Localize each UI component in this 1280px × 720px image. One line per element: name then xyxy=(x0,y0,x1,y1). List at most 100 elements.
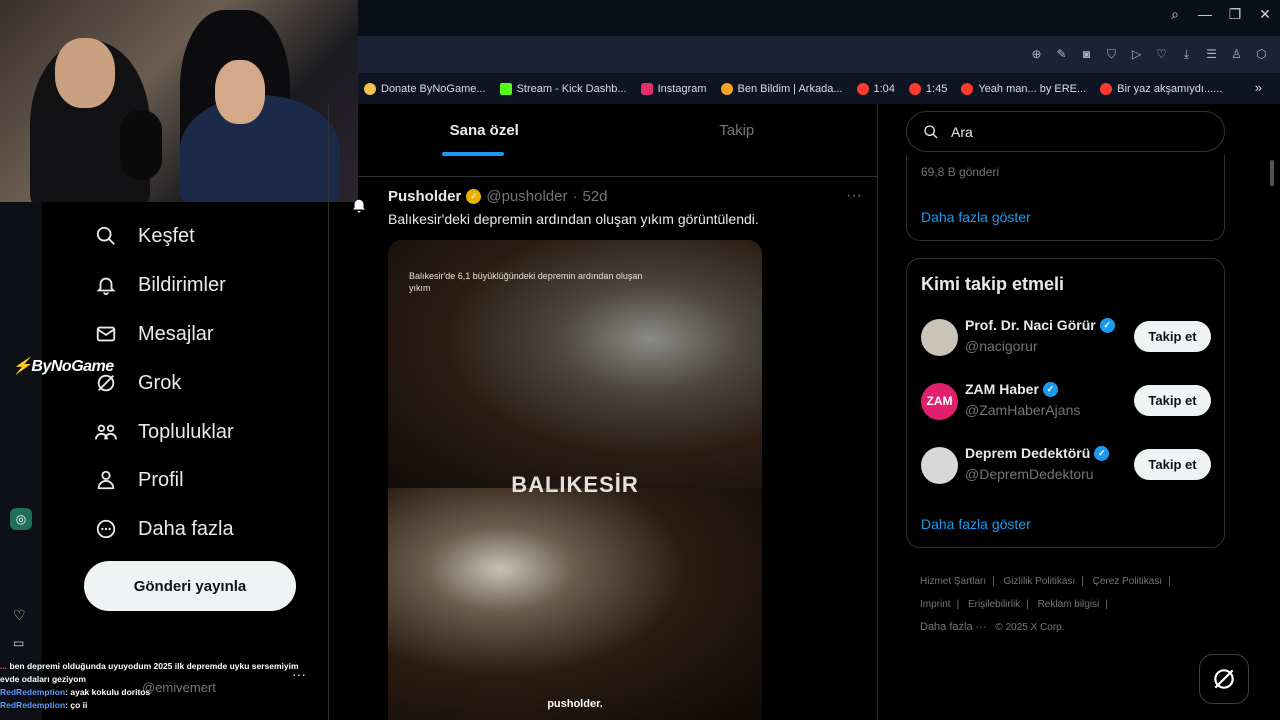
close-icon[interactable]: ✕ xyxy=(1250,6,1280,23)
follow-button[interactable]: Takip et xyxy=(1134,321,1211,352)
nav-notifications[interactable]: Bildirimler xyxy=(94,273,226,297)
search-input[interactable]: Ara xyxy=(906,111,1225,152)
follow-suggestion[interactable]: Prof. Dr. Naci Görür ✓ @nacigorur Takip e… xyxy=(921,317,1211,361)
avatar[interactable] xyxy=(921,319,958,356)
extension-icon[interactable]: ⬡ xyxy=(1249,47,1274,62)
tab-following[interactable]: Takip xyxy=(611,104,864,157)
grok-fab-button[interactable] xyxy=(1199,654,1249,704)
bookmark-favicon xyxy=(856,82,869,95)
nav-communities[interactable]: Topluluklar xyxy=(94,420,234,444)
bookmark-label: Ben Bildim | Arkada... xyxy=(737,82,843,95)
restore-icon[interactable]: ❐ xyxy=(1220,6,1250,23)
search-placeholder: Ara xyxy=(951,123,973,140)
download-icon[interactable]: ⤓ xyxy=(1174,47,1199,62)
bynogame-logo: ⚡ByNoGame xyxy=(12,356,114,376)
bookmarks-bar: Donate ByNoGame... Stream - Kick Dashb..… xyxy=(358,73,1280,104)
nav-profile[interactable]: Profil xyxy=(94,468,184,492)
bookmark-0[interactable]: Donate ByNoGame... xyxy=(364,82,486,95)
nav-label: Bildirimler xyxy=(138,273,226,296)
feed-separator xyxy=(358,176,877,177)
footer-links: Hizmet Şartları | Gizlilik Politikası | Çe… xyxy=(920,570,1220,639)
follow-button[interactable]: Takip et xyxy=(1134,449,1211,480)
footer-sep: | xyxy=(1168,576,1171,587)
chat-message: RedRedemption: ayak kokulu doritos xyxy=(0,686,310,699)
zoom-icon[interactable]: ⊕ xyxy=(1024,47,1049,62)
footer-link[interactable]: Erişilebilirlik xyxy=(968,599,1020,610)
avatar[interactable]: ZAM xyxy=(921,383,958,420)
tweet-author[interactable]: Pusholder xyxy=(388,188,461,205)
browser-toolbar: ⊕ ✎ ◙ ⛉ ▷ ♡ ⤓ ☰ ♙ ⬡ xyxy=(358,36,1280,73)
chat-text: ben depremi olduğunda uyuyodum 2025 ilk … xyxy=(0,661,299,684)
heart-icon[interactable]: ♡ xyxy=(1149,47,1174,62)
bookmark-7[interactable]: Bir yaz akşamıydı...... xyxy=(1100,82,1223,95)
show-more-follow[interactable]: Daha fazla göster xyxy=(921,516,1031,532)
mail-icon xyxy=(94,322,118,346)
webcam-overlay xyxy=(0,0,358,202)
tweet-header: Pusholder ✓ @pusholder · 52d xyxy=(388,188,608,205)
tweet-time[interactable]: 52d xyxy=(582,188,607,205)
nav-messages[interactable]: Mesajlar xyxy=(94,322,214,346)
bookmark-label: Instagram xyxy=(657,82,707,95)
edit-icon[interactable]: ✎ xyxy=(1049,47,1074,62)
screen-icon[interactable]: ▭ xyxy=(13,636,24,650)
tweet-media[interactable]: Balıkesir'de 6,1 büyüklüğündeki depremin… xyxy=(388,240,762,720)
follow-suggestion[interactable]: Deprem Dedektörü ✓ @DepremDedektoru Takip… xyxy=(921,445,1211,489)
bookmark-favicon xyxy=(499,82,512,95)
footer-link[interactable]: Reklam bilgisi xyxy=(1038,599,1100,610)
nav-more[interactable]: Daha fazla xyxy=(94,517,234,541)
bookmark-favicon xyxy=(908,82,921,95)
page-scrollbar[interactable] xyxy=(1270,160,1274,186)
notification-bell-icon[interactable] xyxy=(350,196,372,216)
search-icon xyxy=(94,224,118,248)
media-brand: pusholder. xyxy=(547,698,603,710)
footer-link[interactable]: Imprint xyxy=(920,599,951,610)
minimize-icon[interactable]: — xyxy=(1190,6,1220,23)
footer-link[interactable]: Daha fazla ··· xyxy=(920,621,987,633)
footer-link[interactable]: Çerez Politikası xyxy=(1093,576,1162,587)
chat-text: : ayak kokulu doritos xyxy=(65,687,151,697)
bookmark-6[interactable]: Yeah man... by ERE... xyxy=(961,82,1086,95)
bookmark-favicon xyxy=(364,82,376,95)
bookmark-label: Stream - Kick Dashb... xyxy=(516,82,627,95)
bookmark-label: Bir yaz akşamıydı...... xyxy=(1117,82,1223,95)
active-tab-indicator xyxy=(442,152,504,156)
tweet-handle[interactable]: @pusholder xyxy=(486,188,567,205)
shield-icon[interactable]: ⛉ xyxy=(1099,47,1124,62)
camera-icon[interactable]: ◙ xyxy=(1074,47,1099,62)
bookmark-3[interactable]: Ben Bildim | Arkada... xyxy=(720,82,843,95)
media-photo-bottom xyxy=(388,488,762,720)
follow-name-text: ZAM Haber xyxy=(965,381,1039,397)
bookmark-2[interactable]: Instagram xyxy=(640,82,707,95)
streamer-left-face xyxy=(55,38,115,108)
verified-badge-icon: ✓ xyxy=(1099,317,1115,333)
footer-link[interactable]: Hizmet Şartları xyxy=(920,576,986,587)
nav-label: Keşfet xyxy=(138,224,195,247)
tab-for-you[interactable]: Sana özel xyxy=(358,104,611,157)
profile-icon[interactable]: ♙ xyxy=(1224,47,1249,62)
footer-link[interactable]: Gizlilik Politikası xyxy=(1004,576,1076,587)
bookmark-5[interactable]: 1:45 xyxy=(908,82,947,95)
verified-badge-icon: ✓ xyxy=(1094,445,1110,461)
footer-sep: | xyxy=(992,576,995,587)
bookmarks-overflow-icon[interactable]: » xyxy=(1255,80,1262,95)
play-icon[interactable]: ▷ xyxy=(1124,47,1149,62)
follow-handle: @nacigorur xyxy=(965,338,1038,354)
bookmark-4[interactable]: 1:04 xyxy=(856,82,895,95)
nav-label: Profil xyxy=(138,468,184,491)
follow-button[interactable]: Takip et xyxy=(1134,385,1211,416)
tweet-more-icon[interactable]: ··· xyxy=(846,187,862,205)
post-button[interactable]: Gönderi yayınla xyxy=(84,561,296,611)
avatar[interactable] xyxy=(921,447,958,484)
chatgpt-icon[interactable]: ◎ xyxy=(10,508,32,530)
heart-icon[interactable]: ♡ xyxy=(13,607,26,624)
bookmark-1[interactable]: Stream - Kick Dashb... xyxy=(499,82,627,95)
search-icon[interactable]: ⌕ xyxy=(1160,6,1190,23)
nav-explore[interactable]: Keşfet xyxy=(94,224,195,248)
chat-message: RedRedemption: ço ii xyxy=(0,699,310,712)
follow-suggestion[interactable]: ZAM ZAM Haber ✓ @ZamHaberAjans Takip et xyxy=(921,381,1211,425)
list-icon[interactable]: ☰ xyxy=(1199,47,1224,62)
bookmark-label: 1:04 xyxy=(873,82,895,95)
chat-user: RedRedemption xyxy=(0,700,66,710)
tweet-dot: · xyxy=(572,188,578,205)
show-more-trends[interactable]: Daha fazla göster xyxy=(921,209,1031,225)
